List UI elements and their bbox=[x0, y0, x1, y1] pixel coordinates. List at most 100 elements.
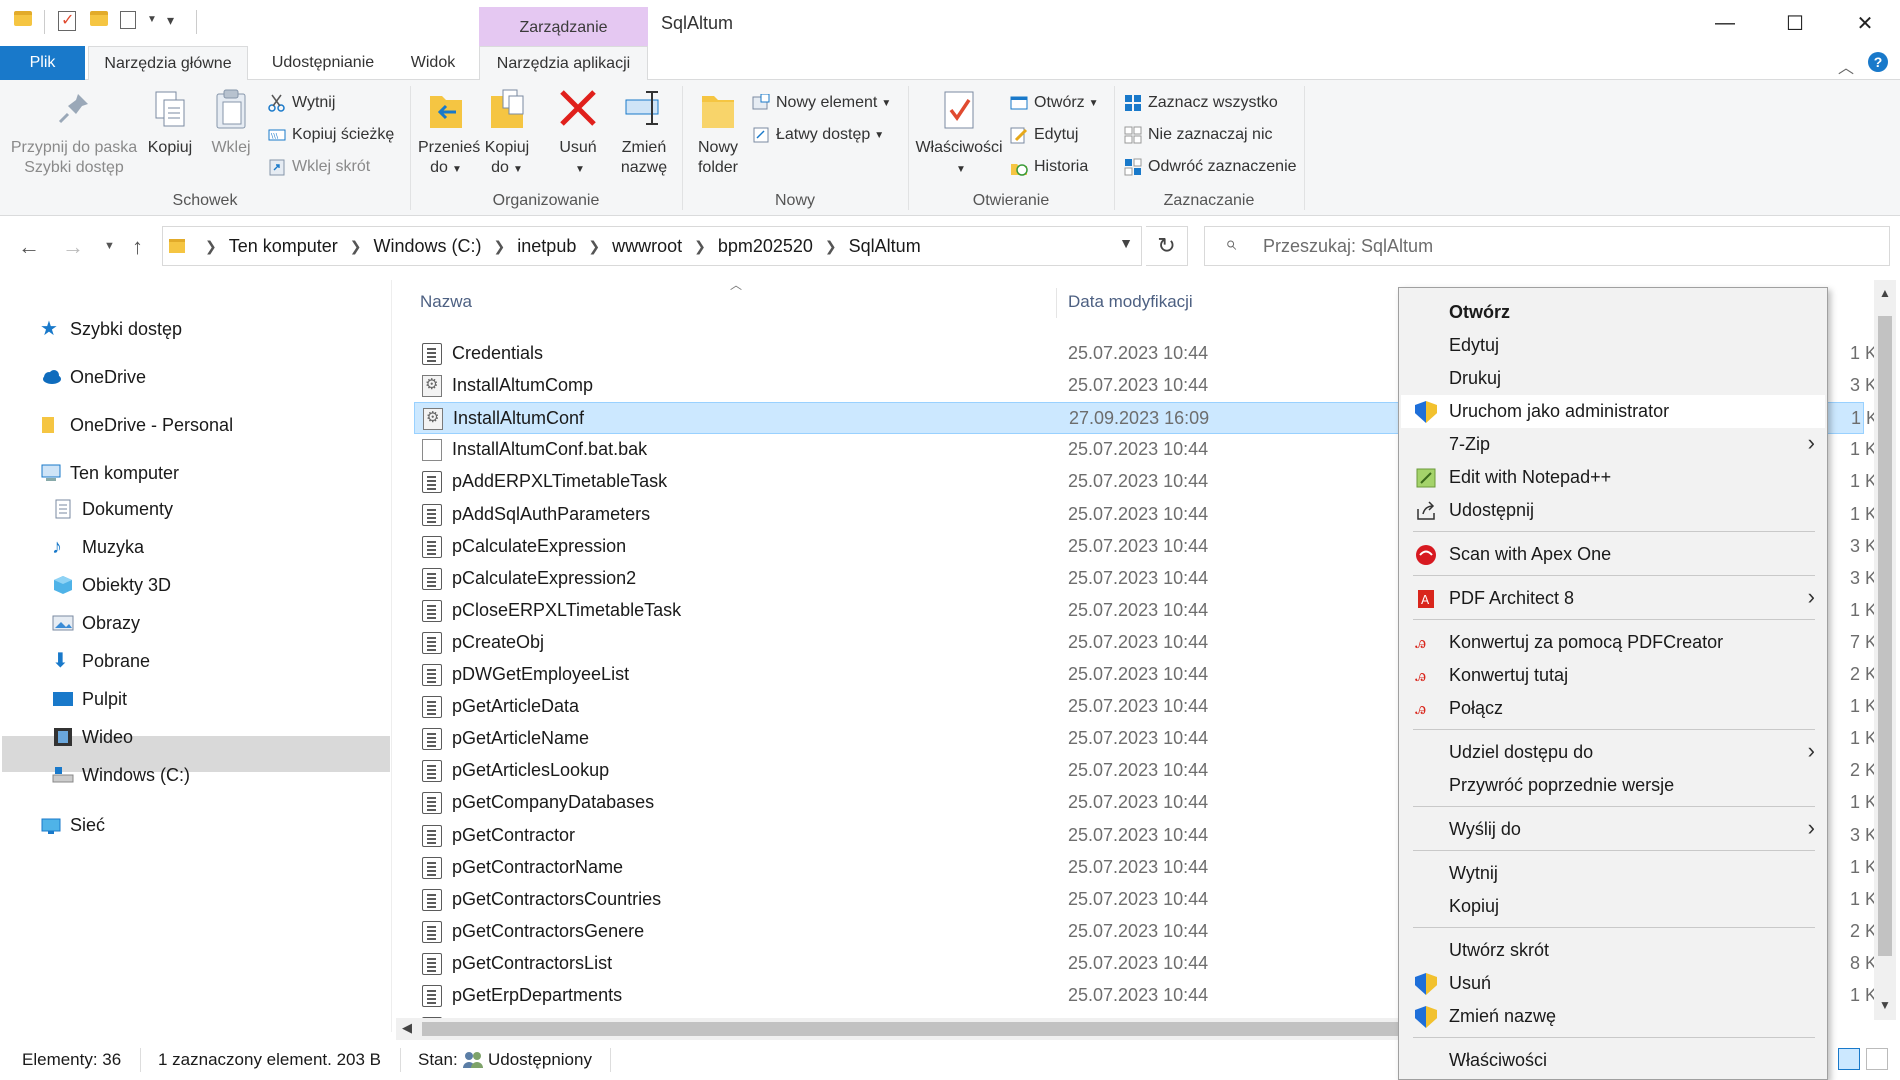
delete-button[interactable]: Usuń ▼ bbox=[552, 88, 604, 180]
nav-item-videos[interactable]: Wideo bbox=[52, 720, 133, 754]
tab-view[interactable]: Widok bbox=[395, 46, 471, 80]
nav-item-windows-c[interactable]: Windows (C:) bbox=[52, 758, 190, 792]
chevron-down-icon[interactable]: ▼ bbox=[147, 14, 157, 25]
minimize-button[interactable]: — bbox=[1690, 0, 1760, 46]
column-divider[interactable] bbox=[1056, 288, 1057, 318]
horizontal-scrollbar[interactable]: ◀ bbox=[396, 1018, 1516, 1040]
new-item-button[interactable]: Nowy element ▼ bbox=[752, 90, 891, 116]
view-options-icon[interactable] bbox=[120, 11, 140, 31]
column-header-date[interactable]: Data modyfikacji bbox=[1068, 292, 1193, 312]
up-arrow-icon[interactable]: ↑ bbox=[132, 234, 143, 260]
cut-button[interactable]: Wytnij bbox=[268, 90, 335, 116]
forward-arrow-icon[interactable]: → bbox=[62, 234, 84, 260]
chevron-right-icon[interactable]: ❯ bbox=[825, 238, 837, 255]
maximize-button[interactable]: ☐ bbox=[1760, 0, 1830, 46]
menu-item-notepadpp[interactable]: Edit with Notepad++ bbox=[1401, 461, 1825, 494]
chevron-right-icon[interactable]: ❯ bbox=[694, 238, 706, 255]
copy-to-button[interactable]: Kopiuj do ▼ bbox=[480, 88, 534, 180]
chevron-right-icon[interactable]: ❯ bbox=[588, 238, 600, 255]
menu-item-open[interactable]: Otwórz bbox=[1401, 296, 1825, 329]
menu-item-pdfcreator-convert[interactable]: ꭿ Konwertuj za pomocą PDFCreator bbox=[1401, 626, 1825, 659]
easy-access-button[interactable]: Łatwy dostęp ▼ bbox=[752, 122, 884, 148]
tab-file[interactable]: Plik bbox=[0, 46, 85, 80]
paste-shortcut-button[interactable]: Wklej skrót bbox=[268, 154, 370, 180]
breadcrumb-this-pc[interactable]: Ten komputer bbox=[229, 236, 338, 257]
vertical-scroll-thumb[interactable] bbox=[1878, 316, 1892, 956]
nav-item-network[interactable]: Sieć bbox=[40, 808, 105, 842]
address-bar[interactable]: ❯ Ten komputer ❯ Windows (C:) ❯ inetpub … bbox=[162, 226, 1142, 266]
copy-button[interactable]: Kopiuj bbox=[144, 88, 196, 158]
nav-item-downloads[interactable]: ⬇ Pobrane bbox=[52, 644, 150, 678]
nav-item-music[interactable]: ♪ Muzyka bbox=[52, 530, 144, 564]
menu-item-delete[interactable]: Usuń bbox=[1401, 967, 1825, 1000]
chevron-right-icon[interactable]: ❯ bbox=[494, 238, 506, 255]
history-button[interactable]: Historia bbox=[1010, 154, 1088, 180]
breadcrumb-windows-c[interactable]: Windows (C:) bbox=[374, 236, 482, 257]
menu-item-restore-versions[interactable]: Przywróć poprzednie wersje bbox=[1401, 769, 1825, 802]
copy-path-button[interactable]: \\\ Kopiuj ścieżkę bbox=[268, 122, 394, 148]
move-to-button[interactable]: Przenieś do ▼ bbox=[418, 88, 480, 180]
tab-share[interactable]: Udostępnianie bbox=[258, 46, 388, 80]
rename-button[interactable]: Zmień nazwę bbox=[614, 88, 674, 178]
chevron-right-icon[interactable]: ❯ bbox=[205, 238, 217, 255]
breadcrumb-wwwroot[interactable]: wwwroot bbox=[612, 236, 682, 257]
address-history-dropdown-icon[interactable]: ▼ bbox=[1119, 235, 1133, 251]
column-header-name[interactable]: Nazwa bbox=[420, 292, 472, 312]
select-none-button[interactable]: Nie zaznaczaj nic bbox=[1124, 122, 1273, 148]
invert-selection-button[interactable]: Odwróć zaznaczenie bbox=[1124, 154, 1297, 180]
help-icon[interactable]: ? bbox=[1868, 52, 1888, 72]
breadcrumb-inetpub[interactable]: inetpub bbox=[517, 236, 576, 257]
menu-item-convert-here[interactable]: ꭿ Konwertuj tutaj bbox=[1401, 659, 1825, 692]
menu-item-create-shortcut[interactable]: Utwórz skrót bbox=[1401, 934, 1825, 967]
select-all-button[interactable]: Zaznacz wszystko bbox=[1124, 90, 1278, 116]
menu-item-properties[interactable]: Właściwości bbox=[1401, 1044, 1825, 1077]
new-folder-icon[interactable] bbox=[90, 11, 110, 31]
customize-quick-access-icon[interactable]: ▾ bbox=[167, 12, 174, 29]
nav-item-documents[interactable]: Dokumenty bbox=[52, 492, 173, 526]
menu-item-combine[interactable]: ꭿ Połącz bbox=[1401, 692, 1825, 725]
chevron-right-icon[interactable]: ❯ bbox=[350, 238, 362, 255]
horizontal-scroll-thumb[interactable] bbox=[422, 1022, 1502, 1036]
edit-button[interactable]: Edytuj bbox=[1010, 122, 1078, 148]
nav-item-quick-access[interactable]: ★ Szybki dostęp bbox=[40, 312, 182, 346]
refresh-icon[interactable]: ↻ bbox=[1146, 226, 1188, 266]
tab-application-tools[interactable]: Narzędzia aplikacji bbox=[479, 46, 648, 81]
nav-item-this-pc[interactable]: Ten komputer bbox=[40, 456, 179, 490]
menu-item-7zip[interactable]: 7-Zip › bbox=[1401, 428, 1825, 461]
menu-item-share[interactable]: Udostępnij bbox=[1401, 494, 1825, 527]
nav-item-3d-objects[interactable]: Obiekty 3D bbox=[52, 568, 171, 602]
vertical-scrollbar[interactable]: ▲ ▼ bbox=[1874, 280, 1896, 1020]
properties-check-icon[interactable]: ✓ bbox=[58, 11, 78, 31]
menu-item-send-to[interactable]: Wyślij do › bbox=[1401, 813, 1825, 846]
details-view-icon[interactable] bbox=[1838, 1048, 1860, 1070]
collapse-ribbon-icon[interactable]: ︿ bbox=[1838, 54, 1854, 78]
scroll-down-icon[interactable]: ▼ bbox=[1879, 998, 1891, 1012]
search-box[interactable]: ⌕ bbox=[1204, 226, 1890, 266]
search-input[interactable] bbox=[1263, 233, 1863, 259]
scroll-up-icon[interactable]: ▲ bbox=[1879, 286, 1891, 300]
breadcrumb-sqlaltum[interactable]: SqlAltum bbox=[849, 236, 921, 257]
menu-item-print[interactable]: Drukuj bbox=[1401, 362, 1825, 395]
recent-locations-icon[interactable]: ▼ bbox=[104, 240, 115, 252]
back-arrow-icon[interactable]: ← bbox=[18, 234, 40, 260]
nav-item-onedrive-personal[interactable]: OneDrive - Personal bbox=[40, 408, 233, 442]
close-button[interactable]: ✕ bbox=[1830, 0, 1900, 46]
breadcrumb-bpm202520[interactable]: bpm202520 bbox=[718, 236, 813, 257]
menu-item-cut[interactable]: Wytnij bbox=[1401, 857, 1825, 890]
menu-item-rename[interactable]: Zmień nazwę bbox=[1401, 1000, 1825, 1033]
menu-item-give-access[interactable]: Udziel dostępu do › bbox=[1401, 736, 1825, 769]
new-folder-button[interactable]: Nowy folder bbox=[690, 88, 746, 178]
tab-home[interactable]: Narzędzia główne bbox=[88, 46, 248, 81]
nav-item-desktop[interactable]: Pulpit bbox=[52, 682, 127, 716]
menu-item-apex-scan[interactable]: Scan with Apex One bbox=[1401, 538, 1825, 571]
nav-item-onedrive[interactable]: OneDrive bbox=[40, 360, 146, 394]
properties-button[interactable]: Właściwości ▼ bbox=[914, 88, 1004, 180]
scroll-left-icon[interactable]: ◀ bbox=[402, 1020, 412, 1036]
paste-button[interactable]: Wklej bbox=[206, 88, 256, 158]
pin-quick-access-button[interactable]: Przypnij do paska Szybki dostęp bbox=[8, 88, 140, 178]
nav-item-pictures[interactable]: Obrazy bbox=[52, 606, 140, 640]
menu-item-edit[interactable]: Edytuj bbox=[1401, 329, 1825, 362]
menu-item-pdf-architect[interactable]: A PDF Architect 8 › bbox=[1401, 582, 1825, 615]
large-icons-view-icon[interactable] bbox=[1866, 1048, 1888, 1070]
menu-item-run-as-admin[interactable]: Uruchom jako administrator bbox=[1401, 395, 1825, 428]
